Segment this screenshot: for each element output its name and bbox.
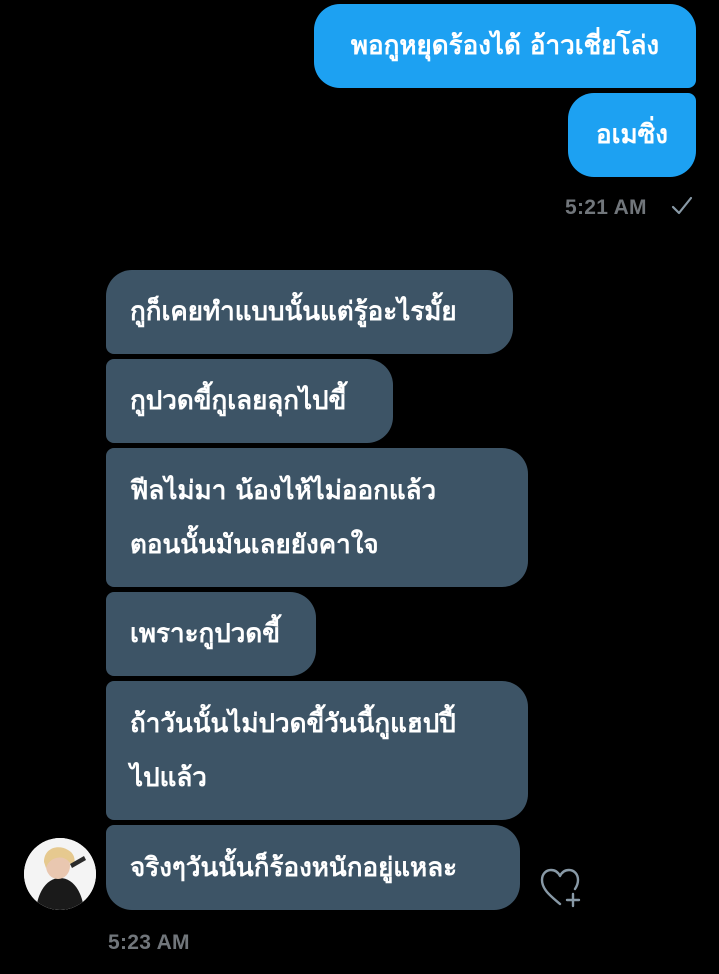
- message-text-line: ไปแล้ว: [130, 762, 207, 793]
- message-text: กูปวดขี้กูเลยลุกไปขี้: [130, 386, 347, 416]
- checkmark-icon: [671, 196, 693, 215]
- message-text: จริงๆวันนั้นก็ร้องหนักอยู่แหละ: [130, 852, 458, 883]
- message-text-line: ถ้าวันนั้นไม่ปวดขี้วันนี้กูแฮปปี้: [130, 708, 456, 739]
- message-text-line: ฟีลไม่มา น้องไห้ไม่ออกแล้ว: [130, 475, 437, 506]
- message-text-line: ตอนนั้นมันเลยยังคาใจ: [130, 529, 379, 560]
- outgoing-message[interactable]: พอกูหยุดร้องได้ อ้าวเชี่ยโล่ง: [314, 4, 696, 88]
- avatar[interactable]: [24, 838, 96, 910]
- message-text: เพราะกูปวดขี้: [130, 619, 281, 649]
- incoming-message[interactable]: ถ้าวันนั้นไม่ปวดขี้วันนี้กูแฮปปี้ ไปแล้ว: [106, 681, 528, 820]
- incoming-timestamp: 5:23 AM: [108, 931, 190, 954]
- message-text: อเมซิ่ง: [596, 120, 668, 150]
- heart-plus-icon[interactable]: [538, 864, 584, 910]
- incoming-message[interactable]: เพราะกูปวดขี้: [106, 592, 316, 676]
- incoming-message[interactable]: กูก็เคยทำแบบนั้นแต่รู้อะไรมั้ย: [106, 270, 513, 354]
- outgoing-message[interactable]: อเมซิ่ง: [568, 93, 696, 177]
- incoming-message[interactable]: ฟีลไม่มา น้องไห้ไม่ออกแล้ว ตอนนั้นมันเลย…: [106, 448, 528, 587]
- message-text: กูก็เคยทำแบบนั้นแต่รู้อะไรมั้ย: [130, 297, 457, 327]
- outgoing-timestamp: 5:21 AM: [565, 196, 647, 219]
- incoming-message[interactable]: จริงๆวันนั้นก็ร้องหนักอยู่แหละ: [106, 825, 520, 910]
- message-text: พอกูหยุดร้องได้ อ้าวเชี่ยโล่ง: [350, 31, 660, 61]
- avatar-image: [24, 838, 96, 910]
- incoming-message[interactable]: กูปวดขี้กูเลยลุกไปขี้: [106, 359, 393, 443]
